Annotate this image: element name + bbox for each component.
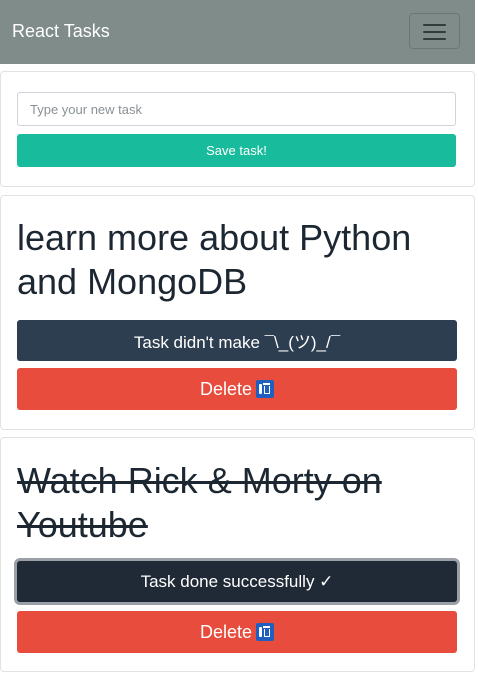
task-status-button[interactable]: Task didn't make ¯\_(ツ)_/¯ (17, 320, 457, 361)
delete-label: Delete (199, 378, 253, 399)
delete-label: Delete (199, 621, 253, 642)
wastebasket-icon-can (264, 385, 271, 394)
navbar: React Tasks (0, 0, 475, 64)
wastebasket-icon-lid (263, 382, 271, 385)
app-brand[interactable]: React Tasks (12, 19, 110, 43)
new-task-input[interactable] (17, 92, 456, 126)
task-card: Watch Rick & Morty on Youtube Task done … (0, 437, 475, 672)
delete-task-button[interactable]: Delete (17, 611, 457, 653)
task-title: learn more about Python and MongoDB (17, 217, 412, 302)
hamburger-icon (423, 24, 446, 26)
wastebasket-icon-figure (259, 383, 263, 394)
save-task-button[interactable]: Save task! (17, 134, 456, 167)
wastebasket-icon-lid (263, 625, 271, 628)
wastebasket-icon-figure (259, 626, 263, 637)
hamburger-icon-bar (423, 38, 446, 40)
task-title: Watch Rick & Morty on Youtube (17, 460, 382, 545)
wastebasket-icon (256, 622, 275, 641)
wastebasket-icon-can (264, 628, 271, 637)
delete-task-button[interactable]: Delete (17, 368, 457, 410)
navbar-toggler-button[interactable] (409, 13, 460, 49)
task-status-button[interactable]: Task done successfully ✓ (17, 561, 457, 602)
wastebasket-icon (256, 379, 275, 398)
task-card: learn more about Python and MongoDB Task… (0, 195, 475, 430)
new-task-form: Save task! (0, 71, 475, 187)
hamburger-icon-bar (423, 31, 446, 33)
